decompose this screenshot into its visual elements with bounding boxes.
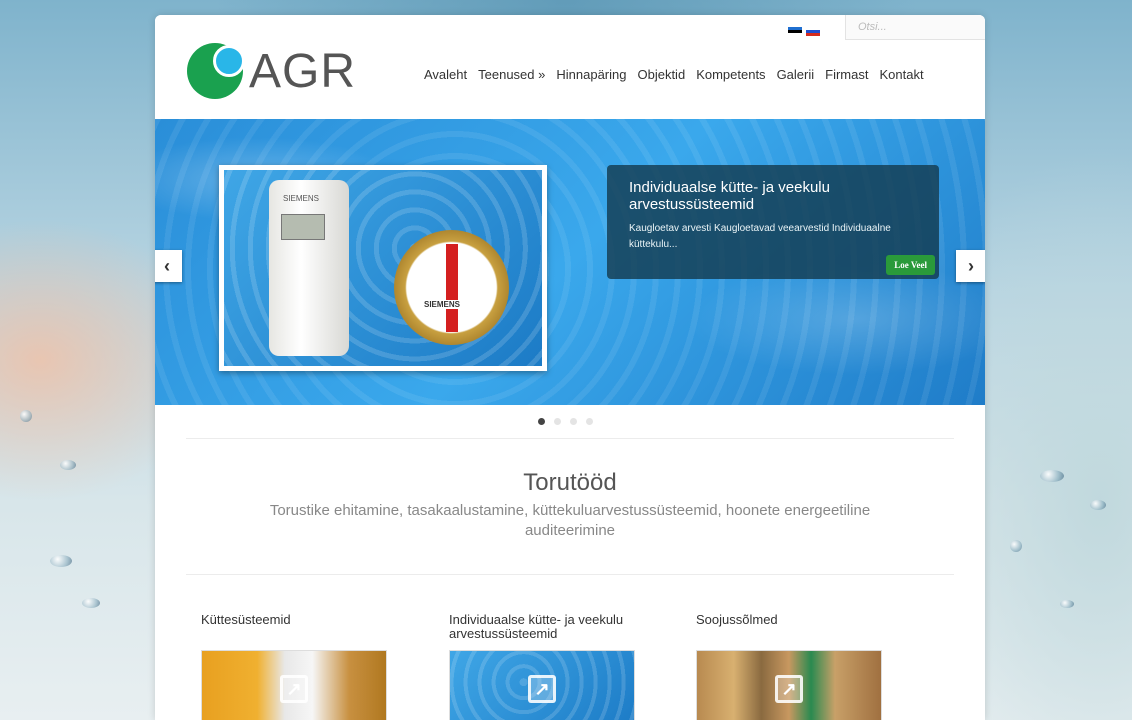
service-card-title[interactable]: Soojussõlmed: [696, 613, 884, 645]
heat-meter-device: SIEMENS: [269, 180, 349, 356]
section-title: Torutööd: [523, 469, 617, 496]
hero-slider: SIEMENS SIEMENS Individuaalse kütte- ja …: [155, 119, 985, 405]
page-container: AGR Otsi... Avaleht Teenused » Hinnapäri…: [155, 15, 985, 720]
nav-item-kompetents[interactable]: Kompetents: [696, 67, 765, 82]
nav-item-galerii[interactable]: Galerii: [777, 67, 815, 82]
slide-caption: Individuaalse kütte- ja veekulu arvestus…: [607, 165, 939, 279]
external-link-icon: ↗: [280, 675, 308, 703]
section-subtitle: Torustike ehitamine, tasakaalustamine, k…: [269, 502, 871, 539]
nav-item-teenused[interactable]: Teenused »: [478, 67, 545, 82]
external-link-icon: ↗: [775, 675, 803, 703]
slider-dot[interactable]: [538, 418, 545, 425]
service-card[interactable]: Küttesüsteemid ↗: [201, 613, 389, 720]
slider-next-button[interactable]: ›: [956, 250, 985, 282]
service-card[interactable]: Individuaalse kütte- ja veekulu arvestus…: [449, 613, 637, 720]
estonian-flag-icon[interactable]: [788, 27, 802, 36]
background-drop: [50, 555, 72, 567]
read-more-button[interactable]: Loe Veel: [886, 255, 935, 275]
background-drop: [1090, 500, 1106, 510]
device-screen: [281, 214, 325, 240]
logo-icon: [187, 43, 245, 99]
slide-caption-text: Kaugloetav arvesti Kaugloetavad veearves…: [629, 223, 891, 250]
chevron-left-icon: ‹: [164, 256, 170, 276]
nav-item-kontakt[interactable]: Kontakt: [879, 67, 923, 82]
slider-pagination: [538, 418, 593, 425]
external-link-icon: ↗: [528, 675, 556, 703]
service-card-title[interactable]: Küttesüsteemid: [201, 613, 389, 645]
slide-image[interactable]: SIEMENS SIEMENS: [219, 165, 547, 371]
search-input[interactable]: Otsi...: [845, 15, 985, 40]
divider: [186, 438, 954, 439]
background-drop: [60, 460, 76, 470]
service-card-title[interactable]: Individuaalse kütte- ja veekulu arvestus…: [449, 613, 637, 645]
divider: [186, 574, 954, 575]
slide-caption-title[interactable]: Individuaalse kütte- ja veekulu arvestus…: [629, 179, 917, 213]
slider-dot[interactable]: [554, 418, 561, 425]
service-card-image[interactable]: ↗: [696, 650, 882, 720]
background-drop: [1060, 600, 1074, 608]
nav-item-firmast[interactable]: Firmast: [825, 67, 868, 82]
chevron-right-icon: ›: [968, 256, 974, 276]
background-drop: [20, 410, 32, 422]
slider-prev-button[interactable]: ‹: [155, 250, 182, 282]
meter-brand-label: SIEMENS: [424, 300, 461, 309]
service-card-image[interactable]: ↗: [449, 650, 635, 720]
nav-item-objektid[interactable]: Objektid: [637, 67, 685, 82]
language-switcher: [788, 27, 820, 36]
russian-flag-icon[interactable]: [806, 27, 820, 36]
slider-dot[interactable]: [570, 418, 577, 425]
device-brand-label: SIEMENS: [283, 194, 320, 203]
meter-red-bar: [446, 244, 458, 332]
slider-dot[interactable]: [586, 418, 593, 425]
nav-item-avaleht[interactable]: Avaleht: [424, 67, 467, 82]
background-drop: [82, 598, 100, 608]
service-card[interactable]: Soojussõlmed ↗: [696, 613, 884, 720]
nav-item-hinnaparing[interactable]: Hinnapäring: [556, 67, 626, 82]
main-nav: Avaleht Teenused » Hinnapäring Objektid …: [424, 67, 924, 82]
water-meter: SIEMENS: [394, 230, 509, 345]
site-logo[interactable]: AGR: [187, 43, 356, 99]
site-header: AGR Otsi... Avaleht Teenused » Hinnapäri…: [155, 15, 985, 119]
service-card-image[interactable]: ↗: [201, 650, 387, 720]
background-drop: [1040, 470, 1064, 482]
logo-text: AGR: [249, 44, 357, 98]
background-drop: [1010, 540, 1022, 552]
